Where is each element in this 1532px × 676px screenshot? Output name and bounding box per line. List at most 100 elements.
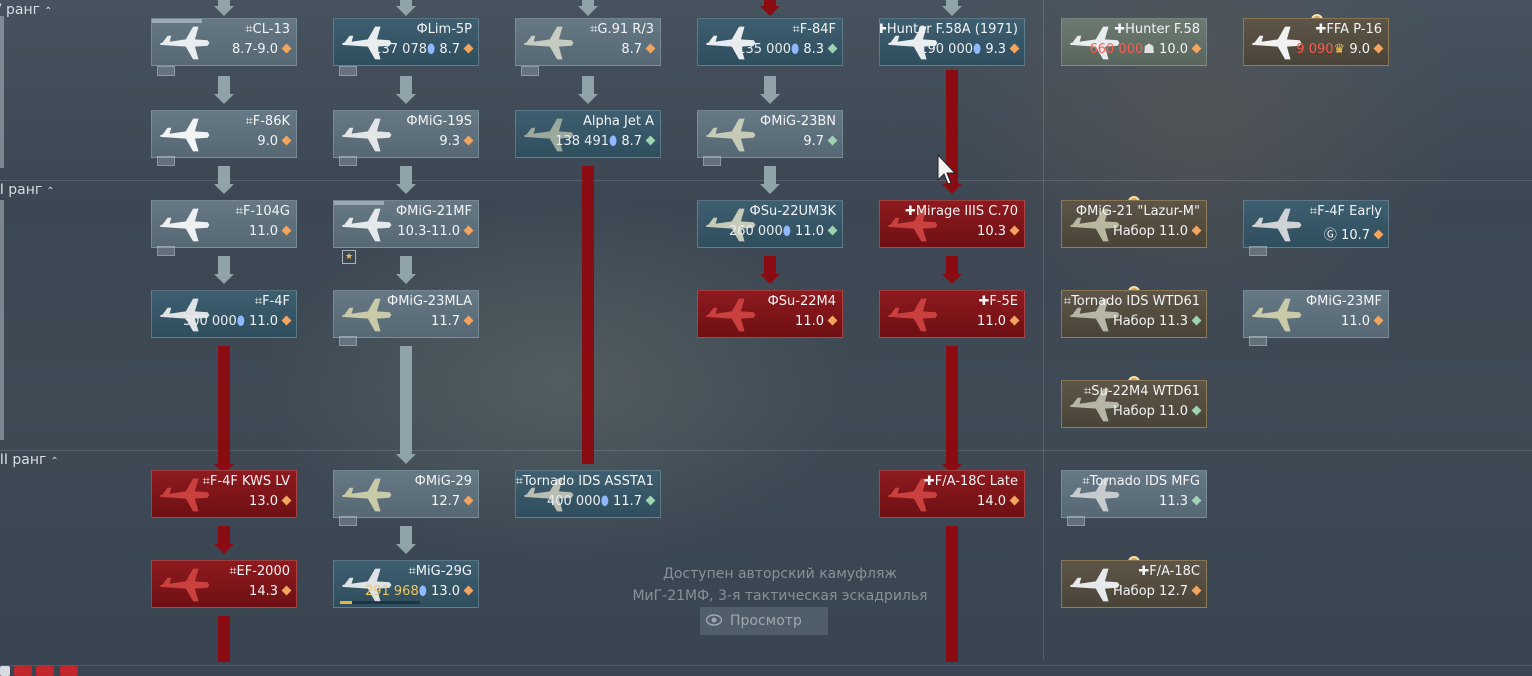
rp-icon: ⬮ xyxy=(600,494,609,509)
vehicle-card-mig23bn[interactable]: ФMiG-23BN 9.7 xyxy=(697,110,843,158)
tree-connector xyxy=(400,526,412,544)
rank-label[interactable]: VII ранг⌃ xyxy=(0,182,55,198)
vehicle-card-hunter-f58a[interactable]: ✚Hunter F.58A (1971) 190 000⬮ 9.3 xyxy=(879,18,1025,66)
br-diamond-icon xyxy=(1009,225,1020,236)
vehicle-card-hunter-f58[interactable]: ✚Hunter F.58 660 000☗ 10.0 xyxy=(1061,18,1207,66)
arrow-down-icon xyxy=(760,184,780,194)
bundle-label: Набор xyxy=(1112,404,1155,419)
br-diamond-icon xyxy=(1373,43,1384,54)
tree-connector xyxy=(946,256,958,274)
view-camo-button[interactable]: Просмотр xyxy=(700,607,828,635)
vehicle-card-mirage[interactable]: ✚Mirage IIIS C.70 10.3 xyxy=(879,200,1025,248)
crew-slot-tag xyxy=(703,156,721,166)
status-icons xyxy=(0,666,90,676)
vehicle-card-f86k[interactable]: ⌗F-86K 9.0 xyxy=(151,110,297,158)
status-icon xyxy=(14,666,32,676)
vehicle-card-su22m4-wtd61[interactable]: ⌗Su-22M4 WTD61 Набор 11.0 xyxy=(1061,380,1207,428)
battle-rating: 10.3 xyxy=(977,224,1006,239)
tree-connector xyxy=(400,166,412,184)
br-diamond-icon xyxy=(1373,315,1384,326)
vehicle-card-mig19s[interactable]: ФMiG-19S 9.3 xyxy=(333,110,479,158)
br-diamond-icon xyxy=(463,315,474,326)
vehicle-card-f4f-kws[interactable]: ⌗F-4F KWS LV 13.0 xyxy=(151,470,297,518)
aircraft-icon xyxy=(342,118,392,152)
tree-connector xyxy=(218,616,230,662)
rank-bar xyxy=(0,200,4,440)
arrow-down-icon xyxy=(396,184,416,194)
br-diamond-icon xyxy=(1191,43,1202,54)
aircraft-icon xyxy=(160,26,210,60)
premium-column-divider xyxy=(1043,0,1044,660)
vehicle-card-tornado-wtd61[interactable]: ⌗Tornado IDS WTD61 Набор 11.3 xyxy=(1061,290,1207,338)
tree-connector xyxy=(582,76,594,94)
vehicle-card-fa18c[interactable]: ✚F/A-18C Набор 12.7 xyxy=(1061,560,1207,608)
vehicle-card-ffa-p16[interactable]: ✚FFA P-16 9 090♛ 9.0 xyxy=(1243,18,1389,66)
vehicle-card-cl13[interactable]: ⌗CL-13 8.7-9.0 xyxy=(151,18,297,66)
camo-badge-icon: ★ xyxy=(342,250,356,264)
vehicle-card-fa18c-late[interactable]: ✚F/A-18C Late 14.0 xyxy=(879,470,1025,518)
br-diamond-icon xyxy=(645,135,656,146)
br-diamond-icon xyxy=(1191,495,1202,506)
aircraft-icon xyxy=(160,118,210,152)
vehicle-card-alpha-jet[interactable]: Alpha Jet A 138 491⬮ 8.7 xyxy=(515,110,661,158)
rp-icon: ⬮ xyxy=(427,42,436,57)
vehicle-card-f5e[interactable]: ✚F-5E 11.0 xyxy=(879,290,1025,338)
rank-label[interactable]: V ранг⌃ xyxy=(0,2,52,18)
arrow-down-icon xyxy=(396,6,416,16)
chevron-up-icon: ⌃ xyxy=(50,456,59,467)
vehicle-card-f84f[interactable]: ⌗F-84F 135 000⬮ 8.3 xyxy=(697,18,843,66)
crew-slot-tag xyxy=(1249,336,1267,346)
arrow-down-icon xyxy=(396,454,416,464)
arrow-down-icon xyxy=(214,6,234,16)
battle-rating: 12.7 xyxy=(1159,584,1188,599)
br-range: 10.3-11.0 xyxy=(397,224,460,239)
aircraft-icon xyxy=(1252,208,1302,242)
silver-lions-icon: ☗ xyxy=(1143,42,1155,57)
vehicle-card-f4f-early[interactable]: ⌗F-4F Early Ⓖ 10.7 xyxy=(1243,200,1389,248)
camo-notice-subtitle: МиГ-21МФ, 3-я тактическая эскадрилья xyxy=(632,588,928,604)
br-diamond-icon xyxy=(281,43,292,54)
bundle-label: Набор xyxy=(1112,584,1155,599)
gift-icon: Ⓖ xyxy=(1323,228,1337,243)
battle-rating: 13.0 xyxy=(249,494,278,509)
br-diamond-icon xyxy=(827,135,838,146)
crew-slot-tag xyxy=(157,156,175,166)
aircraft-icon xyxy=(524,26,574,60)
vehicle-card-mig23mla[interactable]: ФMiG-23MLA 11.7 xyxy=(333,290,479,338)
research-points: 300 000 xyxy=(182,314,237,329)
research-progress-bar xyxy=(340,601,420,604)
arrow-down-icon xyxy=(942,6,962,16)
vehicle-card-tornado-mfg[interactable]: ⌗Tornado IDS MFG 11.3 xyxy=(1061,470,1207,518)
br-diamond-icon xyxy=(1191,585,1202,596)
vehicle-card-mig21-lazur[interactable]: ФMiG-21 "Lazur-M" Набор 11.0 xyxy=(1061,200,1207,248)
arrow-down-icon xyxy=(578,94,598,104)
vehicle-card-su22m4[interactable]: ФSu-22M4 11.0 xyxy=(697,290,843,338)
vehicle-card-mig21mf[interactable]: ФMiG-21MF 10.3-11.0 xyxy=(333,200,479,248)
vehicle-card-ef2000[interactable]: ⌗EF-2000 14.3 xyxy=(151,560,297,608)
vehicle-card-su22um3k[interactable]: ФSu-22UM3K 260 000⬮ 11.0 xyxy=(697,200,843,248)
br-diamond-icon xyxy=(281,135,292,146)
vehicle-card-mig23mf[interactable]: ФMiG-23MF 11.0 xyxy=(1243,290,1389,338)
br-diamond-icon xyxy=(463,495,474,506)
vehicle-card-mig29[interactable]: ФMiG-29 12.7 xyxy=(333,470,479,518)
crew-slot-tag xyxy=(339,336,357,346)
br-diamond-icon xyxy=(463,43,474,54)
research-points: 400 000 xyxy=(546,494,601,509)
vehicle-card-g91[interactable]: ⌗G.91 R/3 8.7 xyxy=(515,18,661,66)
br-diamond-icon xyxy=(463,135,474,146)
vehicle-card-f104g[interactable]: ⌗F-104G 11.0 xyxy=(151,200,297,248)
br-diamond-icon xyxy=(645,495,656,506)
arrow-down-icon xyxy=(760,6,780,16)
crown-icon: ♛ xyxy=(1333,42,1346,57)
tree-connector xyxy=(218,76,230,94)
br-diamond-icon xyxy=(827,43,838,54)
vehicle-card-tornado-assta1[interactable]: ⌗Tornado IDS ASSTA1 400 000⬮ 11.7 xyxy=(515,470,661,518)
battle-rating: 11.0 xyxy=(1159,224,1188,239)
vehicle-card-lim5p[interactable]: ФLim-5P 137 078⬮ 8.7 xyxy=(333,18,479,66)
battle-rating: 9.0 xyxy=(257,134,278,149)
vehicle-card-mig29g[interactable]: ⌗MiG-29G 291 968⬮ 13.0 xyxy=(333,560,479,608)
aircraft-icon xyxy=(160,568,210,602)
rank-label[interactable]: VIII ранг⌃ xyxy=(0,452,59,468)
battle-rating: 11.0 xyxy=(1341,314,1370,329)
vehicle-card-f4f[interactable]: ⌗F-4F 300 000⬮ 11.0 xyxy=(151,290,297,338)
